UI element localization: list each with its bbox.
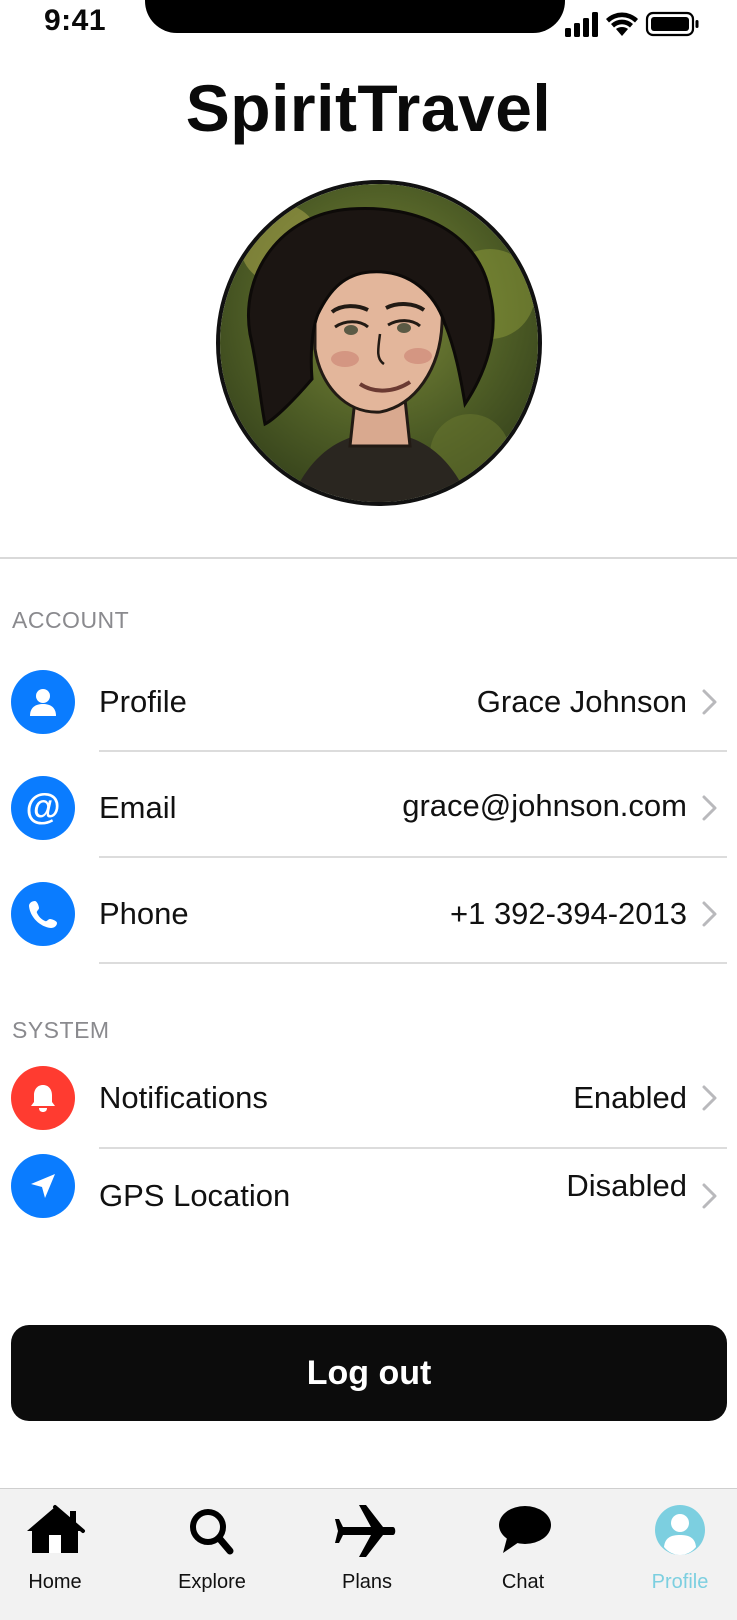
person-icon [11,670,75,734]
settings-row-phone[interactable]: Phone +1 392-394-2013 [0,862,737,964]
row-separator [99,750,727,752]
tab-bar: Home Explore Plans Chat Profile [0,1488,737,1620]
section-header-account: ACCOUNT [12,607,130,633]
avatar-illustration [220,184,538,502]
bell-icon [11,1066,75,1130]
profile-icon [655,1505,705,1555]
tab-label: Home [28,1571,82,1593]
app-title: SpiritTravel [185,71,552,145]
settings-row-notifications[interactable]: Notifications Enabled [0,1046,737,1149]
row-value: grace@johnson.com [402,788,687,823]
chat-bubble-icon [499,1506,551,1553]
chevron-right-icon [702,689,717,715]
location-arrow-icon [11,1154,75,1218]
row-value: Grace Johnson [476,684,687,719]
tab-chat[interactable]: Chat [453,1489,593,1620]
chevron-right-icon [702,1085,717,1111]
tab-home[interactable]: Home [0,1489,125,1620]
tab-explore[interactable]: Explore [142,1489,282,1620]
avatar[interactable] [216,180,542,506]
settings-row-gps-location[interactable]: GPS Location Disabled [0,1146,737,1246]
tab-label: Chat [501,1571,545,1593]
status-icons [565,11,699,37]
device-notch [145,0,565,33]
tab-label: Plans [341,1571,393,1593]
cellular-signal-icon [565,12,598,37]
airplane-icon [335,1505,396,1557]
phone-icon [11,882,75,946]
search-icon [190,1509,234,1555]
home-icon [27,1505,85,1553]
section-header-system: SYSTEM [12,1017,110,1043]
row-value: +1 392-394-2013 [449,896,687,931]
tab-label: Profile [651,1571,709,1593]
status-time: 9:41 [44,4,107,37]
row-label: Email [99,790,177,825]
row-label: Notifications [99,1080,268,1115]
chevron-right-icon [702,1183,717,1209]
row-label: GPS Location [99,1178,291,1213]
row-separator [99,962,727,964]
tab-plans[interactable]: Plans [297,1489,437,1620]
chevron-right-icon [702,795,717,821]
chevron-right-icon [702,901,717,927]
logout-button[interactable]: Log out [11,1325,727,1421]
tab-label: Explore [178,1571,246,1593]
row-label: Phone [99,896,189,931]
settings-row-profile[interactable]: Profile Grace Johnson [0,650,737,752]
row-separator [99,856,727,858]
battery-icon [645,11,699,37]
wifi-icon [606,12,638,36]
header-divider [0,557,737,559]
row-value: Disabled [566,1168,687,1203]
row-label: Profile [99,684,187,719]
at-sign-icon: @ [11,776,75,840]
tab-profile[interactable]: Profile [610,1489,737,1620]
row-value: Enabled [573,1080,687,1115]
status-bar: 9:41 [0,0,737,50]
settings-row-email[interactable]: @ Email grace@johnson.com [0,756,737,858]
